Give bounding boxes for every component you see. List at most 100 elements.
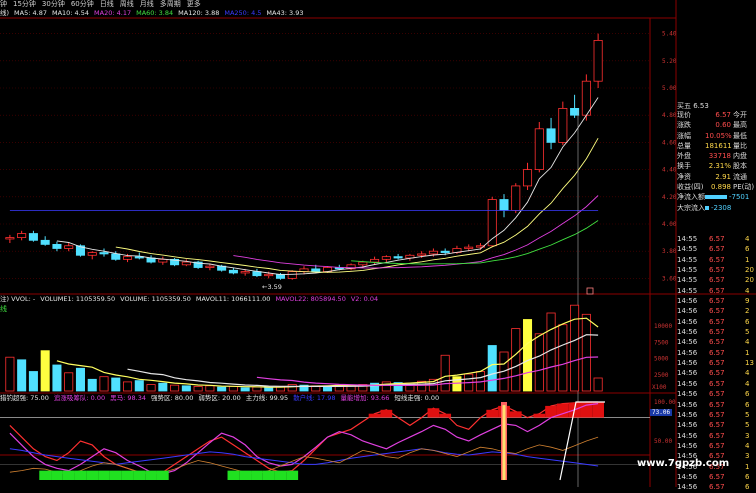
weak-area (86, 470, 99, 480)
tick-row: 14:56 6.57 6 (677, 400, 756, 410)
legend-item: 量能增加: 93.66 (340, 394, 390, 402)
tick-time: 14:55 (677, 266, 698, 275)
period-tab[interactable]: 周线 (120, 0, 134, 9)
tick-row: 14:56 6.57 4 (677, 379, 756, 389)
tick-row: 14:55 6.57 4 (677, 286, 756, 296)
quote-row: 净资 2.91 流通 (677, 172, 756, 182)
candle-body (546, 128, 556, 143)
candle-body (240, 271, 250, 274)
tick-row: 14:56 6.57 1 (677, 348, 756, 358)
tick-qty: 4 (745, 235, 750, 243)
quote-row: 净流入额 -7501 (677, 192, 756, 202)
tick-qty: 4 (745, 441, 750, 450)
volume-bar (570, 304, 580, 392)
price-tick-label: 4.20 (662, 194, 677, 201)
tick-qty: 5 (745, 328, 750, 337)
weak-area (239, 470, 252, 480)
period-tab[interactable]: 更多 (187, 0, 201, 9)
tick-price: 6.57 (709, 421, 725, 430)
volume-unit: X100 (652, 384, 667, 391)
period-tab[interactable]: 日线 (100, 0, 114, 9)
tick-qty: 6 (745, 245, 750, 254)
period-tab[interactable]: 60分钟 (71, 0, 94, 9)
kline-chart[interactable]: 5.40 5.20 5.00 4.80 4.60 4.40 4.20 4.00 3.80 3.60… (0, 0, 756, 487)
tick-row: 14:56 6.57 3 (677, 431, 756, 441)
volume-bar (75, 367, 85, 392)
tick-price: 6.57 (709, 400, 725, 409)
volume-bar (134, 380, 144, 392)
tick-row: 14:55 6.57 4 (677, 234, 756, 244)
quote-value: -2308 (711, 203, 732, 212)
period-tab[interactable]: 月线 (140, 0, 154, 9)
legend-item: MAVOL22: 805894.50 (275, 295, 346, 303)
candle-body (440, 250, 450, 253)
legend-item: 猎钓超强: 75.00 (0, 394, 49, 402)
quote-key: 收益(四) (677, 183, 704, 192)
quote-row: 大宗流入 -2308 (677, 203, 756, 213)
strong-area (439, 413, 452, 418)
tick-time: 14:56 (677, 338, 698, 347)
candle-body (593, 40, 603, 82)
tick-list[interactable]: 14:55 6.57 4 14:55 6.57 6 14:55 6.57 1 14:55 6.57 2… (677, 234, 756, 493)
candle-body (123, 256, 133, 260)
volume-bar (52, 364, 62, 392)
strong-area (368, 413, 381, 418)
quote-row: 涨幅 10.05% 最低 (677, 131, 756, 141)
legend-prefix: 线) (0, 9, 10, 17)
volume-bar (217, 386, 227, 392)
price-tick-label: 5.40 (662, 31, 677, 38)
marker-box (586, 287, 594, 295)
legend-item: MA60: 3.84 (136, 9, 174, 17)
quote-key: 涨幅 (677, 131, 691, 140)
tick-price: 6.57 (709, 266, 725, 275)
tick-qty: 4 (745, 379, 750, 388)
weak-area (227, 470, 240, 480)
volume-tick-label: 10000 (654, 323, 672, 330)
candle-body (252, 271, 262, 277)
candle-body (181, 261, 191, 266)
strong-area (380, 409, 393, 418)
price-tick-label: 3.80 (662, 248, 677, 255)
period-tab[interactable]: 钟 (0, 0, 7, 9)
candle-body (417, 253, 427, 256)
tick-price: 6.57 (709, 483, 725, 492)
ma-legend: 线) MA5: 4.87 MA10: 4.54 MA20: 4.17 MA60: 3.8… (0, 9, 660, 18)
tick-price: 6.57 (709, 379, 725, 388)
candle-body (205, 265, 215, 268)
weak-area (98, 470, 110, 480)
candle-body (311, 268, 321, 273)
tick-price: 6.57 (709, 317, 725, 326)
weak-area (51, 470, 63, 480)
legend-item: VOLUME1: 1105359.50 (40, 295, 116, 303)
candle-body (523, 169, 533, 187)
candle-body (358, 261, 368, 266)
tick-time: 14:56 (677, 369, 698, 378)
strong-area (486, 409, 499, 418)
tick-qty: 4 (745, 338, 750, 347)
legend-item: 强势区: 80.00 (150, 394, 194, 402)
period-tab[interactable]: 30分钟 (42, 0, 65, 9)
price-tick-label: 3.60 (662, 275, 677, 282)
period-tab[interactable]: 多周期 (160, 0, 181, 9)
volume-bar (99, 376, 109, 392)
volume-bar (593, 377, 603, 392)
tick-time: 14:56 (677, 307, 698, 316)
candle-body (87, 252, 97, 256)
min-price-label: ←3.59 (262, 283, 282, 291)
volume-bar (64, 372, 74, 392)
legend-item: MA20: 4.17 (94, 9, 132, 17)
quote-key: 换手 (677, 162, 691, 171)
volume-bar (170, 384, 180, 392)
tick-time: 14:56 (677, 421, 698, 430)
tick-row: 14:56 6.57 6 (677, 389, 756, 399)
tick-time: 14:56 (677, 410, 698, 419)
weak-area (109, 470, 122, 480)
flow-bar (705, 195, 727, 200)
quote-key: 净资 (677, 172, 691, 181)
candle-body (381, 256, 391, 260)
quote-value: 33718 (708, 152, 731, 161)
quote-key2: 今开 (733, 111, 747, 119)
quote-row: 外盘 33718 内盘 (677, 151, 756, 161)
quote-key: 涨跌 (677, 121, 691, 130)
period-tab[interactable]: 15分钟 (13, 0, 36, 9)
